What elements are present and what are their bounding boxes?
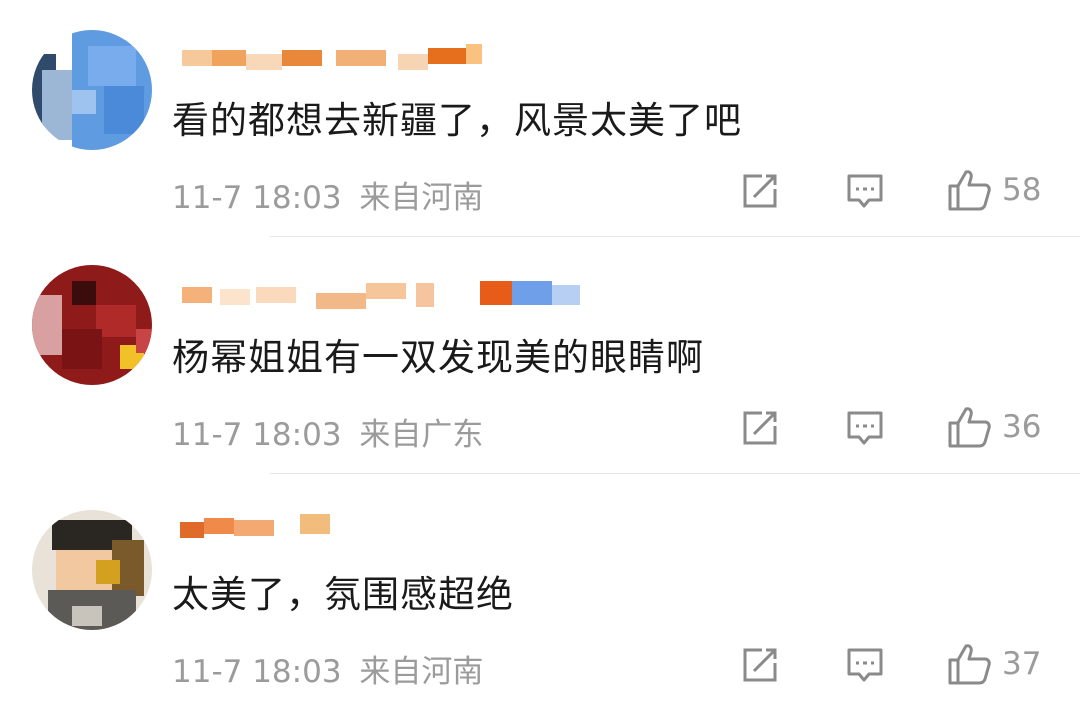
thumbs-up-icon [948,170,991,211]
like-button[interactable]: 37 [946,642,1041,686]
avatar[interactable] [32,510,152,630]
comment-icon [847,411,883,445]
comment-meta: 11-7 18:03 来自河南 [172,646,483,691]
avatar[interactable] [32,265,152,385]
reply-button[interactable] [845,408,885,448]
comment-item: 杨幂姐姐有一双发现美的眼睛啊 11-7 18:03 来自广东 36 [0,237,1080,473]
comment-text: 杨幂姐姐有一双发现美的眼睛啊 [172,336,704,379]
comment-meta: 11-7 18:03 来自广东 [172,409,483,454]
comment-text: 太美了，氛围感超绝 [172,573,514,616]
like-button[interactable]: 36 [946,405,1041,449]
username-blurred[interactable] [176,40,486,74]
share-button[interactable] [740,171,780,211]
comment-icon [847,174,883,208]
share-icon [743,174,777,208]
share-icon [743,648,777,682]
comment-text: 看的都想去新疆了，风景太美了吧 [172,99,742,142]
reply-button[interactable] [845,645,885,685]
comment-meta: 11-7 18:03 来自河南 [172,172,483,217]
comment-icon [847,648,883,682]
username-blurred[interactable] [176,510,336,544]
thumbs-up-icon [948,407,991,448]
comment-location: 来自河南 [359,654,484,690]
like-count: 36 [1002,409,1042,445]
share-button[interactable] [740,645,780,685]
comment-location: 来自河南 [359,180,484,216]
like-count: 37 [1002,646,1042,682]
avatar[interactable] [32,30,152,150]
comment-item: 看的都想去新疆了，风景太美了吧 11-7 18:03 来自河南 58 [0,0,1080,236]
like-count: 58 [1002,172,1042,208]
reply-button[interactable] [845,171,885,211]
comment-time: 11-7 18:03 [172,654,342,690]
like-button[interactable]: 58 [946,168,1041,212]
thumbs-up-icon [948,644,991,685]
comment-location: 来自广东 [359,417,484,453]
share-icon [743,411,777,445]
share-button[interactable] [740,408,780,448]
comment-time: 11-7 18:03 [172,417,342,453]
comment-time: 11-7 18:03 [172,180,342,216]
comment-item: 太美了，氛围感超绝 11-7 18:03 来自河南 37 [0,474,1080,705]
username-blurred[interactable] [176,277,586,311]
